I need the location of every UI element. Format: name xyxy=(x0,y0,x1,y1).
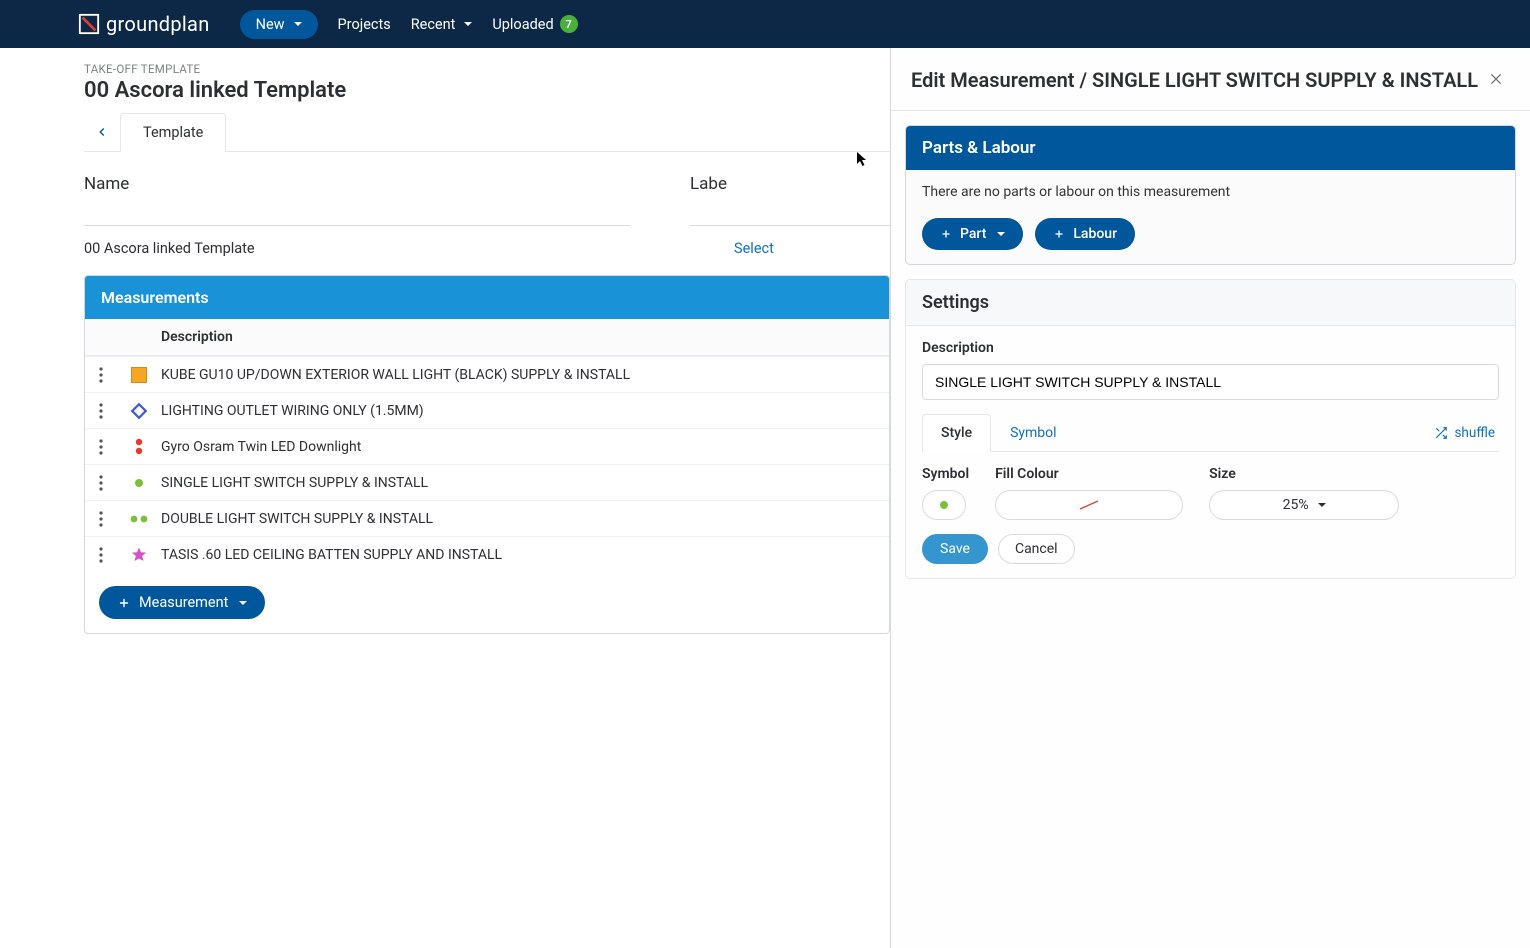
panel-title: Edit Measurement / SINGLE LIGHT SWITCH S… xyxy=(911,68,1478,92)
size-label: Size xyxy=(1209,466,1399,482)
parts-empty-message: There are no parts or labour on this mea… xyxy=(922,184,1499,200)
description-label: Description xyxy=(922,340,1499,356)
table-row[interactable]: TASIS .60 LED CEILING BATTEN SUPPLY AND … xyxy=(85,536,889,572)
slash-icon xyxy=(1076,499,1102,511)
row-icon xyxy=(117,365,161,385)
row-menu-button[interactable] xyxy=(85,475,117,491)
plus-icon xyxy=(117,596,131,610)
add-labour-label: Labour xyxy=(1073,226,1117,242)
name-value: 00 Ascora linked Template xyxy=(84,240,255,257)
more-vertical-icon xyxy=(99,439,103,455)
breadcrumb: TAKE-OFF TEMPLATE xyxy=(84,62,890,76)
symbol-label: Symbol xyxy=(922,466,969,482)
plus-icon xyxy=(1053,228,1065,240)
tab-symbol[interactable]: Symbol xyxy=(991,414,1075,452)
row-menu-button[interactable] xyxy=(85,403,117,419)
table-row[interactable]: DOUBLE LIGHT SWITCH SUPPLY & INSTALL xyxy=(85,500,889,536)
nav-projects[interactable]: Projects xyxy=(338,16,391,33)
close-button[interactable] xyxy=(1482,64,1510,96)
nav-uploaded-label: Uploaded xyxy=(492,16,553,33)
add-part-label: Part xyxy=(960,226,986,242)
row-icon xyxy=(117,479,161,487)
row-description: Gyro Osram Twin LED Downlight xyxy=(161,439,889,455)
label-label: Labe xyxy=(690,174,890,194)
row-menu-button[interactable] xyxy=(85,367,117,383)
dot-green-icon xyxy=(940,501,948,509)
fill-colour-select[interactable] xyxy=(995,490,1183,520)
column-description: Description xyxy=(161,329,889,345)
row-icon xyxy=(117,402,161,420)
row-description: SINGLE LIGHT SWITCH SUPPLY & INSTALL xyxy=(161,475,889,491)
add-part-button[interactable]: Part xyxy=(922,218,1023,250)
fill-colour-label: Fill Colour xyxy=(995,466,1183,482)
more-vertical-icon xyxy=(99,511,103,527)
back-button[interactable] xyxy=(84,113,120,151)
brand-text: groundplan xyxy=(106,12,210,36)
label-select-link[interactable]: Select xyxy=(734,240,774,257)
name-label: Name xyxy=(84,174,630,194)
table-row[interactable]: KUBE GU10 UP/DOWN EXTERIOR WALL LIGHT (B… xyxy=(85,356,889,392)
tab-template[interactable]: Template xyxy=(120,113,226,152)
more-vertical-icon xyxy=(99,403,103,419)
close-icon xyxy=(1488,71,1504,87)
add-labour-button[interactable]: Labour xyxy=(1035,218,1135,250)
tab-style[interactable]: Style xyxy=(922,414,991,452)
uploaded-count-badge: 7 xyxy=(560,15,578,33)
shuffle-label: shuffle xyxy=(1454,425,1495,441)
symbol-select[interactable] xyxy=(922,490,966,520)
logo[interactable]: groundplan xyxy=(78,12,210,36)
row-description: LIGHTING OUTLET WIRING ONLY (1.5MM) xyxy=(161,403,889,419)
row-icon xyxy=(117,437,161,457)
measurements-heading: Measurements xyxy=(85,276,889,319)
add-measurement-label: Measurement xyxy=(139,594,228,611)
shuffle-button[interactable]: shuffle xyxy=(1434,425,1499,441)
settings-heading: Settings xyxy=(906,280,1515,326)
row-description: TASIS .60 LED CEILING BATTEN SUPPLY AND … xyxy=(161,547,889,563)
row-icon xyxy=(117,546,161,564)
new-button[interactable]: New xyxy=(240,10,318,39)
row-icon xyxy=(117,513,161,525)
description-input[interactable] xyxy=(922,364,1499,400)
table-row[interactable]: SINGLE LIGHT SWITCH SUPPLY & INSTALL xyxy=(85,464,889,500)
shuffle-icon xyxy=(1434,426,1448,440)
nav-recent[interactable]: Recent xyxy=(411,16,473,33)
row-menu-button[interactable] xyxy=(85,511,117,527)
more-vertical-icon xyxy=(99,367,103,383)
chevron-left-icon xyxy=(95,125,109,139)
add-measurement-button[interactable]: Measurement xyxy=(99,586,265,619)
row-menu-button[interactable] xyxy=(85,547,117,563)
save-button[interactable]: Save xyxy=(922,534,988,564)
row-menu-button[interactable] xyxy=(85,439,117,455)
row-description: DOUBLE LIGHT SWITCH SUPPLY & INSTALL xyxy=(161,511,889,527)
size-select[interactable]: 25% xyxy=(1209,490,1399,520)
table-row[interactable]: Gyro Osram Twin LED Downlight xyxy=(85,428,889,464)
parts-labour-heading: Parts & Labour xyxy=(906,126,1515,170)
more-vertical-icon xyxy=(99,475,103,491)
row-description: KUBE GU10 UP/DOWN EXTERIOR WALL LIGHT (B… xyxy=(161,367,889,383)
plus-icon xyxy=(940,228,952,240)
page-title: 00 Ascora linked Template xyxy=(84,78,890,103)
cancel-button[interactable]: Cancel xyxy=(998,534,1075,564)
more-vertical-icon xyxy=(99,547,103,563)
table-row[interactable]: LIGHTING OUTLET WIRING ONLY (1.5MM) xyxy=(85,392,889,428)
nav-uploaded[interactable]: Uploaded 7 xyxy=(492,15,577,33)
logo-icon xyxy=(78,13,100,35)
